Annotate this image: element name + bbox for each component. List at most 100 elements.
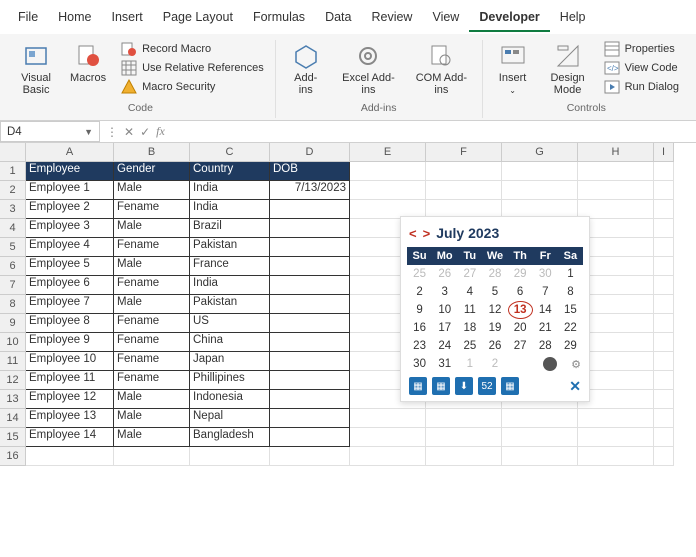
day-29[interactable]: 29: [558, 337, 583, 355]
design-mode-button[interactable]: Design Mode: [543, 40, 593, 98]
use-relative-references-button[interactable]: Use Relative References: [118, 59, 267, 77]
day-8[interactable]: 8: [558, 283, 583, 301]
row-header-12[interactable]: 12: [0, 371, 26, 390]
row-header-13[interactable]: 13: [0, 390, 26, 409]
cell-E2[interactable]: [350, 181, 426, 200]
cell-D15[interactable]: [270, 428, 350, 447]
cell-C7[interactable]: India: [190, 276, 270, 295]
cell-A11[interactable]: Employee 10: [26, 352, 114, 371]
com-addins-button[interactable]: COM Add-ins: [409, 40, 473, 98]
cell-G15[interactable]: [502, 428, 578, 447]
cell-D16[interactable]: [270, 447, 350, 466]
row-header-11[interactable]: 11: [0, 352, 26, 371]
cell-I11[interactable]: [654, 352, 674, 371]
cell-C10[interactable]: China: [190, 333, 270, 352]
cell-D1[interactable]: DOB: [270, 162, 350, 181]
row-header-15[interactable]: 15: [0, 428, 26, 447]
column-header-A[interactable]: A: [26, 143, 114, 162]
cell-C9[interactable]: US: [190, 314, 270, 333]
cell-H14[interactable]: [578, 409, 654, 428]
cell-A12[interactable]: Employee 11: [26, 371, 114, 390]
cell-C15[interactable]: Bangladesh: [190, 428, 270, 447]
next-month-button[interactable]: >: [423, 226, 431, 241]
cell-B8[interactable]: Male: [114, 295, 190, 314]
cell-I14[interactable]: [654, 409, 674, 428]
cell-F15[interactable]: [426, 428, 502, 447]
cell-E16[interactable]: [350, 447, 426, 466]
cell-A1[interactable]: Employee: [26, 162, 114, 181]
row-header-4[interactable]: 4: [0, 219, 26, 238]
day-30[interactable]: 30: [407, 355, 432, 373]
fx-icon[interactable]: fx: [156, 124, 165, 139]
cell-A13[interactable]: Employee 12: [26, 390, 114, 409]
cell-G14[interactable]: [502, 409, 578, 428]
column-header-D[interactable]: D: [270, 143, 350, 162]
cell-I2[interactable]: [654, 181, 674, 200]
cell-B10[interactable]: Fename: [114, 333, 190, 352]
cell-E1[interactable]: [350, 162, 426, 181]
row-header-2[interactable]: 2: [0, 181, 26, 200]
day-3[interactable]: 3: [432, 283, 457, 301]
cell-G16[interactable]: [502, 447, 578, 466]
cell-D13[interactable]: [270, 390, 350, 409]
cell-C13[interactable]: Indonesia: [190, 390, 270, 409]
day-1[interactable]: 1: [457, 355, 482, 373]
cell-B1[interactable]: Gender: [114, 162, 190, 181]
properties-button[interactable]: Properties: [601, 40, 682, 58]
day-2[interactable]: 2: [482, 355, 507, 373]
cell-A14[interactable]: Employee 13: [26, 409, 114, 428]
day-14[interactable]: 14: [533, 301, 558, 319]
dp-tool-4[interactable]: 52: [478, 377, 496, 395]
confirm-icon[interactable]: ✓: [140, 125, 150, 139]
row-header-10[interactable]: 10: [0, 333, 26, 352]
cell-B6[interactable]: Male: [114, 257, 190, 276]
day-29[interactable]: 29: [508, 265, 533, 283]
cell-A9[interactable]: Employee 8: [26, 314, 114, 333]
row-header-14[interactable]: 14: [0, 409, 26, 428]
row-header-9[interactable]: 9: [0, 314, 26, 333]
menu-view[interactable]: View: [422, 4, 469, 32]
cell-B12[interactable]: Fename: [114, 371, 190, 390]
cell-I5[interactable]: [654, 238, 674, 257]
run-dialog-button[interactable]: Run Dialog: [601, 78, 682, 96]
cell-G1[interactable]: [502, 162, 578, 181]
cell-C8[interactable]: Pakistan: [190, 295, 270, 314]
cell-H1[interactable]: [578, 162, 654, 181]
visual-basic-button[interactable]: Visual Basic: [14, 40, 58, 98]
cancel-icon[interactable]: ✕: [124, 125, 134, 139]
row-header-8[interactable]: 8: [0, 295, 26, 314]
cell-I16[interactable]: [654, 447, 674, 466]
day-12[interactable]: 12: [482, 301, 507, 319]
cell-I13[interactable]: [654, 390, 674, 409]
column-header-I[interactable]: I: [654, 143, 674, 162]
cell-B4[interactable]: Male: [114, 219, 190, 238]
cell-F14[interactable]: [426, 409, 502, 428]
column-header-F[interactable]: F: [426, 143, 502, 162]
cell-I12[interactable]: [654, 371, 674, 390]
cell-C5[interactable]: Pakistan: [190, 238, 270, 257]
menu-home[interactable]: Home: [48, 4, 101, 32]
cell-D5[interactable]: [270, 238, 350, 257]
cell-H16[interactable]: [578, 447, 654, 466]
cell-A5[interactable]: Employee 4: [26, 238, 114, 257]
day-28[interactable]: 28: [533, 337, 558, 355]
cell-B15[interactable]: Male: [114, 428, 190, 447]
datepicker-close-button[interactable]: ✕: [569, 378, 581, 395]
cell-B5[interactable]: Fename: [114, 238, 190, 257]
cell-C4[interactable]: Brazil: [190, 219, 270, 238]
day-2[interactable]: 2: [407, 283, 432, 301]
menu-developer[interactable]: Developer: [469, 4, 549, 32]
cell-D8[interactable]: [270, 295, 350, 314]
row-header-1[interactable]: 1: [0, 162, 26, 181]
cell-D11[interactable]: [270, 352, 350, 371]
cell-A10[interactable]: Employee 9: [26, 333, 114, 352]
cell-I7[interactable]: [654, 276, 674, 295]
cell-I4[interactable]: [654, 219, 674, 238]
cell-I10[interactable]: [654, 333, 674, 352]
cell-F16[interactable]: [426, 447, 502, 466]
formula-options-icon[interactable]: ⋮: [106, 125, 118, 139]
cell-B3[interactable]: Fename: [114, 200, 190, 219]
cell-A8[interactable]: Employee 7: [26, 295, 114, 314]
day-9[interactable]: 9: [407, 301, 432, 319]
day-1[interactable]: 1: [558, 265, 583, 283]
